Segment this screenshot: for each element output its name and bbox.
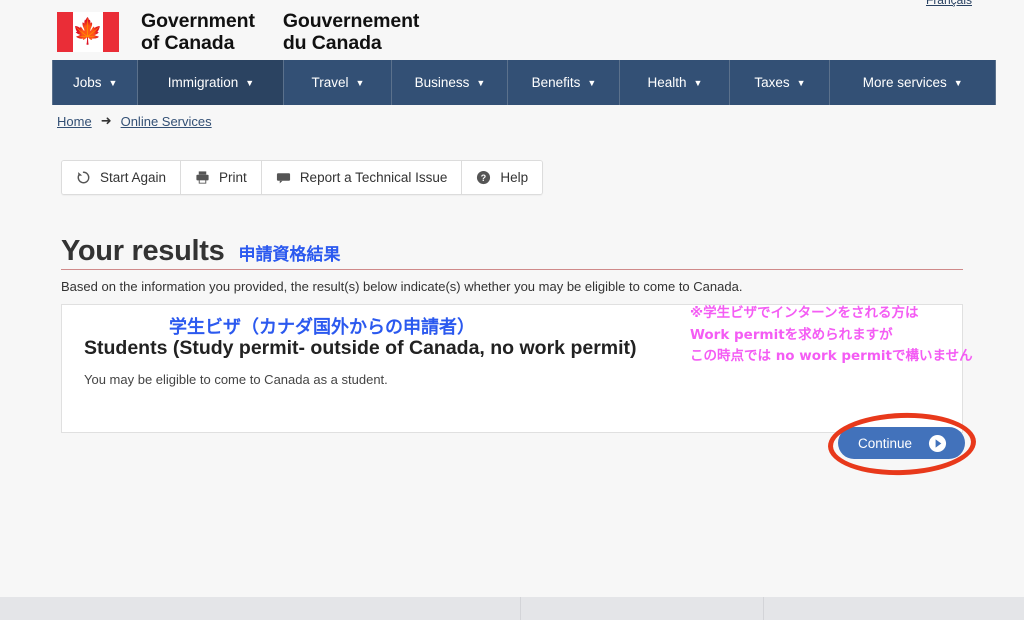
canada-flag-icon: 🍁 (57, 12, 119, 52)
chevron-down-icon: ▼ (245, 78, 255, 88)
chevron-down-icon: ▼ (796, 78, 806, 88)
page-title: Your results (61, 235, 225, 267)
language-toggle-link[interactable]: Français (926, 0, 972, 7)
nav-item-business[interactable]: Business ▼ (392, 60, 509, 105)
breadcrumb-arrow-icon: ➜ (100, 113, 112, 128)
nav-item-jobs[interactable]: Jobs ▼ (52, 60, 139, 105)
nav-item-jobs-label: Jobs (73, 75, 102, 90)
nav-item-taxes-label: Taxes (754, 75, 790, 90)
nav-item-immigration[interactable]: Immigration ▼ (138, 60, 285, 105)
page-root: Français 🍁 Government of Canada Gouverne… (0, 0, 1024, 620)
nav-item-travel-label: Travel (311, 75, 349, 90)
continue-label: Continue (858, 435, 913, 451)
print-button[interactable]: Print (181, 161, 262, 194)
result-card-body: You may be eligible to come to Canada as… (84, 372, 388, 387)
wordmark-en-line1: Government (141, 10, 255, 32)
work-permit-annotation-line1: ※学生ビザでインターンをされる方は (690, 305, 919, 321)
page-title-row: Your results 申請資格結果 (61, 235, 340, 268)
wordmark-fr-line2: du Canada (282, 32, 382, 54)
help-label: Help (500, 170, 529, 185)
footer-band (0, 597, 1024, 620)
goc-signature: 🍁 Government of Canada Gouvernement du C… (57, 10, 419, 54)
main-navigation: Jobs ▼ Immigration ▼ Travel ▼ Business ▼… (0, 60, 1024, 105)
printer-icon (195, 170, 210, 185)
speech-bubble-icon (276, 170, 291, 185)
nav-item-benefits[interactable]: Benefits ▼ (508, 60, 621, 105)
results-toolbar: Start Again Print Report a Technical Iss… (61, 160, 544, 195)
nav-item-business-label: Business (414, 75, 470, 90)
chevron-down-icon: ▼ (693, 78, 703, 88)
top-strip: Français (0, 0, 1024, 8)
nav-item-health-label: Health (647, 75, 687, 90)
start-again-button[interactable]: Start Again (62, 161, 182, 194)
work-permit-annotation: ※学生ビザでインターンをされる方は Work permitを求められますが この… (690, 303, 973, 368)
continue-button-wrap: Continue (838, 427, 965, 459)
breadcrumb-home-link[interactable]: Home (57, 114, 92, 129)
chevron-down-icon: ▼ (108, 78, 118, 88)
question-mark-circle-icon: ? (476, 170, 491, 185)
nav-item-travel[interactable]: Travel ▼ (284, 60, 393, 105)
title-divider (61, 269, 963, 270)
svg-text:?: ? (481, 173, 486, 183)
report-issue-label: Report a Technical Issue (299, 170, 448, 185)
chevron-down-icon: ▼ (476, 78, 486, 88)
chevron-down-icon: ▼ (587, 78, 597, 88)
nav-item-taxes[interactable]: Taxes ▼ (730, 60, 831, 105)
wordmark: Government of Canada Gouvernement du Can… (141, 10, 419, 54)
continue-button[interactable]: Continue (838, 427, 965, 459)
refresh-icon (76, 170, 91, 185)
brand-band: 🍁 Government of Canada Gouvernement du C… (0, 8, 1024, 60)
wordmark-en-line2: of Canada (141, 32, 235, 54)
page-title-annotation: 申請資格結果 (238, 245, 341, 265)
print-label: Print (219, 170, 247, 185)
results-lede-text: Based on the information you provided, t… (61, 279, 743, 294)
chevron-down-icon: ▼ (953, 78, 963, 88)
breadcrumb: Home ➜ Online Services (0, 105, 1024, 137)
report-issue-button[interactable]: Report a Technical Issue (261, 161, 463, 194)
help-button[interactable]: ? Help (462, 161, 543, 194)
start-again-label: Start Again (100, 170, 167, 185)
nav-item-benefits-label: Benefits (531, 75, 581, 90)
play-circle-icon (928, 434, 947, 453)
work-permit-annotation-line2: Work permitを求められますが (690, 326, 893, 343)
nav-item-health[interactable]: Health ▼ (620, 60, 731, 105)
result-card-annotation: 学生ビザ（カナダ国外からの申請者） (169, 317, 475, 338)
nav-item-immigration-label: Immigration (167, 75, 239, 90)
result-card-title: Students (Study permit- outside of Canad… (84, 337, 637, 359)
wordmark-fr-line1: Gouvernement (282, 10, 420, 32)
nav-item-more-services-label: More services (862, 75, 947, 90)
chevron-down-icon: ▼ (355, 78, 365, 88)
work-permit-annotation-line3: この時点では no work permitで構いません (690, 348, 973, 364)
breadcrumb-online-services-link[interactable]: Online Services (121, 114, 212, 129)
nav-item-more-services[interactable]: More services ▼ (830, 60, 996, 105)
